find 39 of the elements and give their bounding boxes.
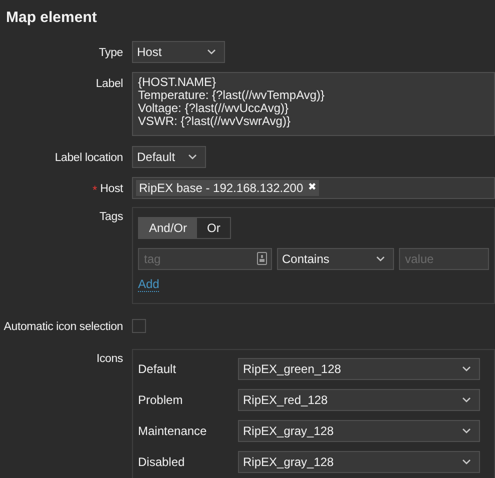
- type-select[interactable]: Host: [132, 41, 225, 63]
- operator-tab[interactable]: And/Or: [139, 218, 198, 238]
- icon-state-label: Problem: [138, 392, 184, 410]
- icon-state-label: Disabled: [138, 454, 186, 472]
- field-label: Label: [96, 77, 123, 92]
- add-link[interactable]: Add: [138, 278, 160, 292]
- condition-select[interactable]: Contains: [277, 248, 394, 270]
- textarea-line: VSWR: {?last(//wvVswrAvg)}: [138, 115, 292, 128]
- icon-select[interactable]: RipEX_gray_128: [238, 420, 480, 442]
- form-title: Map element: [5, 8, 98, 28]
- tag-picker-icon[interactable]: [257, 252, 267, 265]
- icon-state-label: Default: [138, 361, 178, 378]
- chevron-down-icon: [376, 256, 385, 262]
- label-location-select[interactable]: Default: [132, 146, 206, 168]
- textarea-line: {HOST.NAME}: [138, 76, 218, 89]
- checkbox[interactable]: [132, 319, 146, 333]
- remove-button[interactable]: ✖: [308, 183, 316, 193]
- chevron-down-icon: [188, 154, 197, 160]
- label-textarea[interactable]: {HOST.NAME} Temperature: {?last(//wvTempAvg)} Voltage: {?last(//wvUccAvg)} VSWR: {?last(//wvVswrAvg)}: [132, 72, 495, 136]
- field-label: Label location: [54, 151, 123, 166]
- icon-select[interactable]: RipEX_red_128: [238, 389, 480, 412]
- host-field[interactable]: RipEX base - 192.168.132.200 ✖: [132, 177, 495, 199]
- textarea-line: Voltage: {?last(//wvUccAvg)}: [138, 102, 289, 115]
- host-chip-label: RipEX base - 192.168.132.200: [139, 180, 304, 197]
- required-asterisk: *: [92, 182, 98, 199]
- icon-select[interactable]: RipEX_green_128: [238, 358, 480, 380]
- chevron-down-icon: [462, 428, 471, 434]
- chevron-down-icon: [462, 459, 471, 466]
- field-label: Automatic icon selection: [4, 320, 123, 335]
- chevron-down-icon: [207, 49, 216, 55]
- chevron-down-icon: [462, 397, 471, 404]
- field-label: Tags: [100, 210, 123, 225]
- icon-select[interactable]: RipEX_gray_128: [238, 451, 480, 474]
- field-label: Type: [98, 46, 123, 61]
- field-label: Icons: [96, 352, 123, 368]
- icon-state-label: Maintenance: [138, 423, 208, 440]
- textarea-line: Temperature: {?last(//wvTempAvg)}: [138, 89, 326, 102]
- chevron-down-icon: [462, 366, 471, 372]
- field-label: Host: [100, 182, 123, 197]
